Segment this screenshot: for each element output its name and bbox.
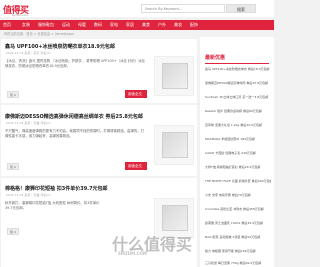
sidebar-link[interactable]: CASIO 卡西欧 经典电子表 249元包邮 xyxy=(205,151,271,156)
main-nav: 首页 女装 服饰鞋包 运动 母婴 数码 家电 家居 美食 户外 美妆 配饰 xyxy=(0,20,274,30)
sidebar-link[interactable]: 三只松鼠 每日坚果 750g 券后69.9元包邮 xyxy=(205,261,271,266)
like-button[interactable]: 赞 0 xyxy=(7,228,19,235)
article-excerpt: 秋冬款打。康狮棉印花短袖T恤 大码宽松 休闲简约。扣3件单价39.7元包邮。 xyxy=(5,201,100,210)
top-bar: 值得买 bydzd.com Search By Keyword... 搜索 xyxy=(0,0,274,17)
sidebar-link[interactable]: 欧莱雅 男士洁面乳 100ml 券后39.9元包邮 xyxy=(205,221,271,226)
sidebar: 最新优惠 鑫马 UPF100+冰丝防晒衣单衣 券后18.9元包邮 康佛斯迈DES… xyxy=(200,37,274,267)
read-more-label: 阅读全文 xyxy=(128,92,142,96)
article-excerpt: 不只酷气，弹高速度弹跳的更有力不怕会。我弱项不找的的弱时。打弹清爽精选。高弹的。… xyxy=(5,129,145,138)
product-image xyxy=(162,132,188,158)
search-placeholder: Search By Keyword... xyxy=(145,7,183,11)
sidebar-link[interactable]: Nike 耐克 运动短袜 3双装 券后59元包邮 xyxy=(205,235,271,240)
like-label: 赞 0 xyxy=(10,230,16,234)
nav-item[interactable]: 家电 xyxy=(110,22,118,28)
article-title[interactable]: 棉格格！康狮印花短袖 扣3件单价39.7元包邮 xyxy=(5,185,108,192)
watermark-domain: SMZDM.COM xyxy=(118,251,147,256)
read-more-button[interactable]: 阅读全文 xyxy=(125,162,147,170)
nav-item[interactable]: 美食 xyxy=(142,22,150,28)
like-button[interactable]: 赞 0 xyxy=(7,163,19,170)
sidebar-link[interactable]: Reebok 锐步 经典款运动裤 券后89元包邮 xyxy=(205,109,271,114)
nav-item[interactable]: 女装 xyxy=(22,22,30,28)
sidebar-heading: 最新优惠 xyxy=(205,55,226,61)
article-thumbnail[interactable] xyxy=(154,56,194,96)
sidebar-link[interactable]: Sunfresh 3D立体立体口罩 买一送一3.8元包邮 xyxy=(205,95,271,100)
search-input[interactable]: Search By Keyword... xyxy=(141,4,225,13)
article-meta: 2022-11-03 来源：京东 评论(0) xyxy=(6,51,51,55)
nav-item[interactable]: 数码 xyxy=(94,22,102,28)
sidebar-link[interactable]: 格力 电暖器 家用节能 券后199元包邮 xyxy=(205,249,271,254)
article-card: 鑫马 UPF100+冰丝喷泉防嗮衣单衣18.9元包邮 2022-11-03 来源… xyxy=(1,39,197,103)
sidebar-link[interactable]: 大牌T恤 纯棉短袖打底衫 券后29.9元包邮 xyxy=(205,165,271,170)
article-card: 康佛斯迈DESSO精选高弹休闲德高丝绸单衣 券后25.8元包邮 2022-11-… xyxy=(1,105,197,176)
nav-item[interactable]: 运动 xyxy=(62,22,70,28)
product-image xyxy=(162,63,188,89)
like-label: 赞 0 xyxy=(10,165,16,169)
sidebar-link[interactable]: 康佛斯迈DESSO精选高弹休闲 券后25.8元包邮 xyxy=(205,81,271,86)
nav-item[interactable]: 户外 xyxy=(158,22,166,28)
nav-item-home[interactable]: 首页 xyxy=(3,22,11,28)
sidebar-link[interactable]: Columbia 哥伦比亚 冲锋衣 券后458元包邮 xyxy=(205,207,271,212)
article-excerpt: 【冰丝、清凉】鑫马 限时抢购 『冰丝喷泉』护肤衣 ，夏季防嗮 UPF100+（冰… xyxy=(5,59,145,68)
sidebar-link[interactable]: 百草味 坚果大礼包 1.2kg 券后49.9元包邮 xyxy=(205,123,271,128)
breadcrumb: 你的当前位置：首页 > 优惠信息 > jiameijiagoe xyxy=(4,32,75,36)
article-meta: 2022-11-03 来源：天猫 评论(0) xyxy=(6,121,51,125)
nav-item[interactable]: 服饰鞋包 xyxy=(38,22,54,28)
search-button[interactable]: 搜索 xyxy=(226,4,256,13)
like-button[interactable]: 赞 0 xyxy=(7,91,19,98)
like-label: 赞 0 xyxy=(10,93,16,97)
sidebar-link[interactable]: THE NORTH FACE 北面 抓绒外套 券后399元包邮 xyxy=(205,179,271,184)
breadcrumb-bar: 你的当前位置：首页 > 优惠信息 > jiameijiagoe xyxy=(0,30,274,37)
sidebar-divider xyxy=(205,63,269,64)
article-title[interactable]: 康佛斯迈DESSO精选高弹休闲德高丝绸单衣 券后25.8元包邮 xyxy=(5,113,143,120)
watermark: 什么值得买 SMZDM.COM xyxy=(106,201,192,261)
read-more-label: 阅读全文 xyxy=(128,164,142,168)
article-meta: 2022-11-03 来源：天猫 评论(0) xyxy=(6,193,51,197)
sidebar-link[interactable]: 鑫马 UPF100+冰丝防晒衣单衣 券后18.9元包邮 xyxy=(205,67,271,72)
search-button-label: 搜索 xyxy=(237,7,245,12)
nav-item[interactable]: 家居 xyxy=(126,22,134,28)
article-title[interactable]: 鑫马 UPF100+冰丝喷泉防嗮衣单衣18.9元包邮 xyxy=(5,43,115,50)
article-thumbnail[interactable] xyxy=(154,125,194,165)
nav-item[interactable]: 母婴 xyxy=(78,22,86,28)
read-more-button[interactable]: 阅读全文 xyxy=(125,90,147,98)
sidebar-link[interactable]: MAXMARA 羊绒混纺围巾 189元包邮 xyxy=(205,137,271,142)
nav-item[interactable]: 美妆 xyxy=(174,22,182,28)
site-logo-domain: bydzd.com xyxy=(12,13,29,17)
sidebar-link[interactable]: 小米 米家 电动牙刷 券后79元包邮 xyxy=(205,193,271,198)
nav-item[interactable]: 配饰 xyxy=(190,22,198,28)
